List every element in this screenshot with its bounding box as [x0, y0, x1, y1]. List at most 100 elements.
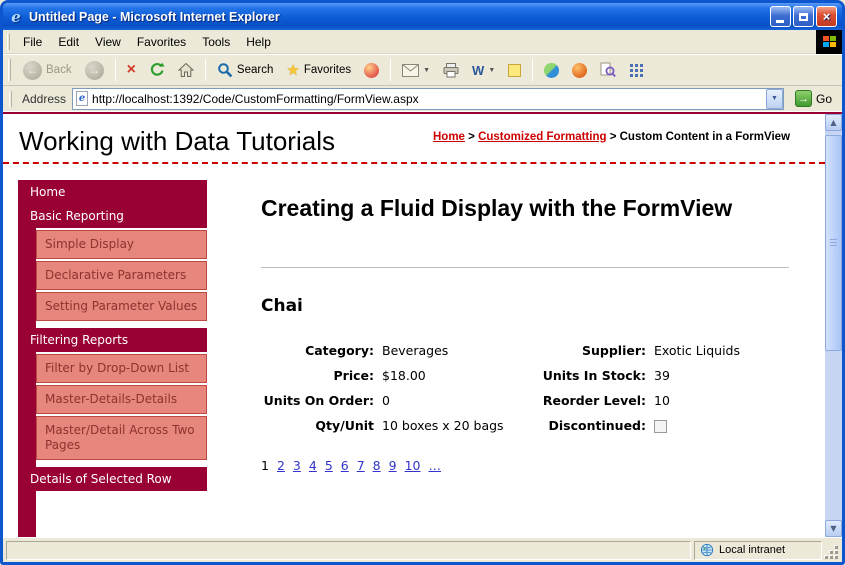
pager: 1 2 3 4 5 6 7 8 9 10 … — [261, 458, 789, 473]
dropdown-arrow-icon: ▼ — [423, 67, 430, 74]
mail-icon — [402, 64, 419, 77]
research-icon — [600, 62, 616, 78]
field-label: Supplier: — [539, 342, 651, 359]
apps-grid-button[interactable] — [624, 61, 649, 80]
minimize-icon — [776, 20, 784, 23]
menu-file[interactable]: File — [16, 32, 49, 52]
home-button[interactable] — [173, 60, 199, 80]
status-bar: Local intranet — [3, 537, 842, 562]
refresh-button[interactable] — [144, 60, 170, 80]
minimize-button[interactable] — [770, 6, 791, 27]
go-label: Go — [816, 92, 832, 106]
dropdown-arrow-icon: ▼ — [488, 67, 495, 74]
search-icon — [217, 62, 233, 78]
browser-window: e Untitled Page - Microsoft Internet Exp… — [0, 0, 845, 565]
search-button[interactable]: Search — [212, 60, 278, 80]
pager-link[interactable]: 2 — [277, 458, 285, 473]
discuss-button[interactable] — [503, 62, 526, 79]
pager-link[interactable]: 6 — [341, 458, 349, 473]
standard-buttons-toolbar: ← Back → × Search — [3, 54, 842, 86]
vertical-scrollbar[interactable]: ▲ ▼ — [825, 114, 842, 537]
discuss-icon — [508, 64, 521, 77]
resize-grip[interactable] — [825, 541, 839, 560]
toolbar-drag-handle[interactable] — [8, 59, 11, 81]
apps-grid-icon — [629, 63, 644, 78]
go-button[interactable]: → Go — [790, 89, 837, 108]
pager-link[interactable]: 5 — [325, 458, 333, 473]
window-title: Untitled Page - Microsoft Internet Explo… — [29, 10, 765, 24]
address-bar: Address e ▼ → Go — [3, 86, 842, 112]
forward-button[interactable]: → — [80, 59, 109, 82]
breadcrumb-link-home[interactable]: Home — [433, 131, 465, 143]
home-icon — [178, 62, 194, 78]
address-label: Address — [22, 92, 66, 106]
sidebar-item-filtering-reports[interactable]: Filtering Reports — [18, 328, 207, 352]
scrollbar-thumb[interactable] — [825, 135, 842, 351]
media-addon-button[interactable] — [567, 61, 592, 80]
messenger-button[interactable] — [539, 61, 564, 80]
refresh-icon — [149, 62, 165, 78]
scroll-up-button[interactable]: ▲ — [825, 114, 842, 131]
toolbar-separator — [115, 59, 116, 81]
sidebar-item-declarative-parameters[interactable]: Declarative Parameters — [36, 261, 207, 290]
field-label: Units On Order: — [261, 392, 379, 409]
sidebar-item-filter-by-drop-down-list[interactable]: Filter by Drop-Down List — [36, 354, 207, 383]
address-field: e ▼ — [72, 88, 784, 110]
address-input[interactable] — [92, 90, 766, 108]
menu-favorites[interactable]: Favorites — [130, 32, 193, 52]
main-content: Creating a Fluid Display with the FormVi… — [207, 180, 825, 537]
field-value — [651, 417, 789, 434]
pager-link[interactable]: 4 — [309, 458, 317, 473]
page-viewport: Working with Data Tutorials Home > Custo… — [3, 112, 842, 537]
toolbar-drag-handle[interactable] — [9, 91, 12, 107]
address-dropdown-button[interactable]: ▼ — [766, 89, 783, 109]
field-value: 10 boxes x 20 bags — [379, 417, 539, 434]
sidebar-item-setting-parameter-values[interactable]: Setting Parameter Values — [36, 292, 207, 321]
sidebar-item-simple-display[interactable]: Simple Display — [36, 230, 207, 259]
research-button[interactable] — [595, 60, 621, 80]
edit-button[interactable]: W ▼ — [467, 61, 500, 80]
sidebar-item-details-of-selected-row[interactable]: Details of Selected Row — [18, 467, 207, 491]
sidebar-item-master-details-details[interactable]: Master-Details-Details — [36, 385, 207, 414]
toolbar-drag-handle[interactable] — [7, 34, 10, 50]
stop-button[interactable]: × — [122, 60, 141, 80]
menu-help[interactable]: Help — [239, 32, 278, 52]
pager-link[interactable]: 7 — [357, 458, 365, 473]
pager-link[interactable]: 3 — [293, 458, 301, 473]
back-icon: ← — [23, 61, 42, 80]
site-title: Working with Data Tutorials — [19, 126, 433, 156]
web-page: Working with Data Tutorials Home > Custo… — [3, 114, 825, 537]
favorites-button[interactable]: ★ Favorites — [281, 61, 356, 80]
mail-button[interactable]: ▼ — [397, 62, 435, 79]
toolbar-separator — [532, 59, 533, 81]
stop-icon: × — [127, 62, 136, 78]
field-value: Exotic Liquids — [651, 342, 789, 359]
pager-link[interactable]: 10 — [405, 458, 421, 473]
pager-link[interactable]: 9 — [389, 458, 397, 473]
sidebar-nav: Home Basic Reporting Simple Display Decl… — [18, 180, 207, 537]
field-label: Qty/Unit — [261, 417, 379, 434]
menu-edit[interactable]: Edit — [51, 32, 86, 52]
menu-view[interactable]: View — [88, 32, 128, 52]
scrollbar-track[interactable] — [825, 131, 842, 520]
page-title: Creating a Fluid Display with the FormVi… — [261, 194, 766, 223]
breadcrumb-link-customized-formatting[interactable]: Customized Formatting — [478, 131, 606, 143]
pager-link[interactable]: … — [428, 458, 441, 473]
field-label: Reorder Level: — [539, 392, 651, 409]
sidebar-item-basic-reporting[interactable]: Basic Reporting — [18, 204, 207, 228]
media-button[interactable] — [359, 61, 384, 80]
field-value: 0 — [379, 392, 539, 409]
pager-link[interactable]: 8 — [373, 458, 381, 473]
media-icon — [364, 63, 379, 78]
scroll-down-button[interactable]: ▼ — [825, 520, 842, 537]
back-button[interactable]: ← Back — [18, 59, 77, 82]
sidebar-item-home[interactable]: Home — [18, 180, 207, 204]
field-value: 39 — [651, 367, 789, 384]
menu-tools[interactable]: Tools — [195, 32, 237, 52]
close-button[interactable]: × — [816, 6, 837, 27]
field-value: 10 — [651, 392, 789, 409]
search-label: Search — [237, 64, 273, 76]
print-button[interactable] — [438, 60, 464, 80]
maximize-button[interactable] — [793, 6, 814, 27]
sidebar-item-master-detail-across-two-pages[interactable]: Master/Detail Across Two Pages — [36, 416, 207, 460]
